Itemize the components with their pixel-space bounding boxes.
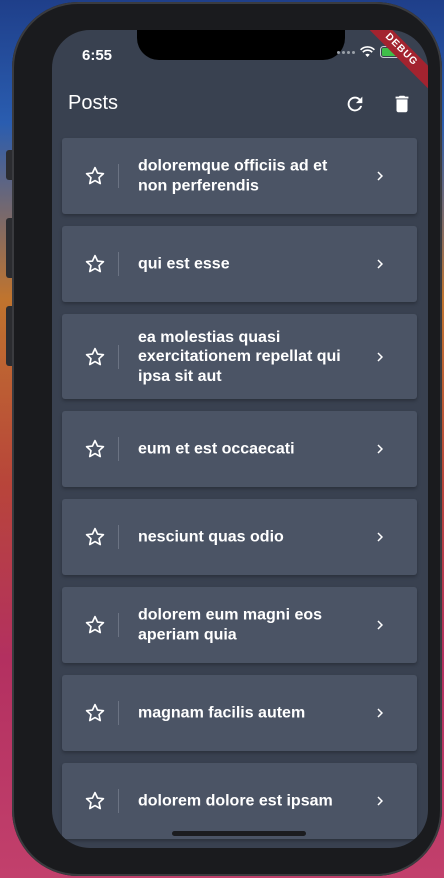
chevron-right-icon bbox=[377, 352, 383, 361]
post-title: eum et est occaecati bbox=[138, 440, 295, 458]
star-outline-icon[interactable] bbox=[84, 526, 106, 548]
post-title: qui est esse bbox=[138, 255, 230, 273]
post-title: magnam facilis autem bbox=[138, 704, 306, 722]
signal-icon bbox=[337, 50, 355, 54]
posts-list: doloremque officiis ad et non perferendi… bbox=[62, 138, 417, 848]
star-outline-icon[interactable] bbox=[84, 253, 106, 275]
star-outline-icon[interactable] bbox=[84, 702, 106, 724]
list-item[interactable]: eum et est occaecati bbox=[62, 411, 417, 487]
notch bbox=[137, 30, 345, 60]
item-divider bbox=[118, 252, 119, 276]
item-divider bbox=[118, 701, 119, 725]
list-item[interactable]: nesciunt quas odio bbox=[62, 499, 417, 575]
item-divider bbox=[118, 437, 119, 461]
post-title: dolorem dolore est ipsam bbox=[138, 792, 333, 810]
item-divider bbox=[118, 525, 119, 549]
page-title: Posts bbox=[68, 92, 119, 114]
star-outline-icon[interactable] bbox=[84, 346, 106, 368]
chevron-right-icon bbox=[377, 708, 383, 718]
star-outline-icon[interactable] bbox=[84, 614, 106, 636]
refresh-icon bbox=[347, 96, 363, 112]
item-divider bbox=[118, 789, 119, 813]
app-screen: 6:55 DEBUG Posts doloremque officiis ad … bbox=[52, 30, 428, 848]
star-outline-icon[interactable] bbox=[84, 438, 106, 460]
list-item[interactable]: dolorem dolore est ipsam bbox=[62, 763, 417, 839]
chevron-right-icon bbox=[377, 444, 383, 454]
trash-icon bbox=[395, 95, 409, 113]
phone-frame: 6:55 DEBUG Posts doloremque officiis ad … bbox=[12, 2, 442, 876]
list-item[interactable]: ea molestias quasi exercitationem repell… bbox=[62, 314, 417, 399]
post-title: nesciunt quas odio bbox=[138, 528, 284, 546]
item-divider bbox=[118, 613, 119, 637]
chevron-right-icon bbox=[377, 171, 383, 181]
delete-button[interactable] bbox=[390, 92, 414, 116]
status-time: 6:55 bbox=[82, 47, 113, 64]
chevron-right-icon bbox=[377, 796, 383, 806]
star-outline-icon[interactable] bbox=[84, 165, 106, 187]
item-divider bbox=[118, 164, 119, 188]
post-title: doloremque officiis ad et non perferendi… bbox=[138, 157, 328, 195]
debug-banner: DEBUG bbox=[356, 30, 428, 95]
list-item[interactable]: qui est esse bbox=[62, 226, 417, 302]
chevron-right-icon bbox=[377, 532, 383, 542]
list-item[interactable]: dolorem eum magni eos aperiam quia bbox=[62, 587, 417, 663]
star-outline-icon[interactable] bbox=[84, 790, 106, 812]
wifi-icon bbox=[360, 46, 375, 57]
chevron-right-icon bbox=[377, 259, 383, 269]
refresh-button[interactable] bbox=[343, 92, 367, 116]
post-title: ea molestias quasi exercitationem repell… bbox=[138, 328, 341, 385]
chevron-right-icon bbox=[377, 620, 383, 630]
list-item[interactable]: magnam facilis autem bbox=[62, 675, 417, 751]
home-indicator[interactable] bbox=[172, 831, 306, 836]
item-divider bbox=[118, 344, 119, 369]
app-bar: Posts bbox=[52, 86, 428, 126]
post-title: dolorem eum magni eos aperiam quia bbox=[138, 606, 323, 644]
list-item[interactable]: doloremque officiis ad et non perferendi… bbox=[62, 138, 417, 214]
